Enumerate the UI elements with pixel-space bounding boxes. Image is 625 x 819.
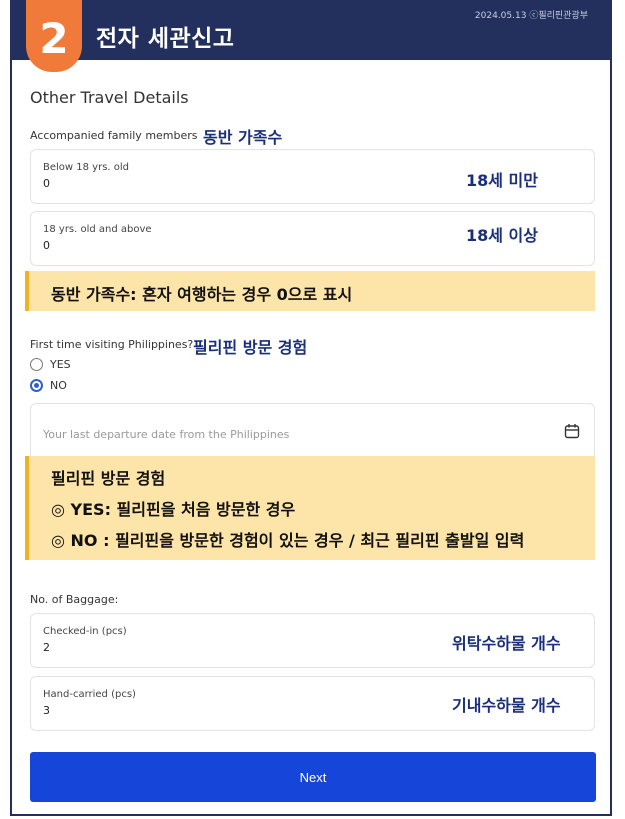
above-18-annotation: 18세 이상 xyxy=(466,226,538,245)
last-departure-date-field[interactable]: Your last departure date from the Philip… xyxy=(30,403,595,460)
step-badge: 2 xyxy=(26,0,82,72)
family-note-text: 동반 가족수: 혼자 여행하는 경우 0으로 표시 xyxy=(51,285,353,304)
first-visit-question: First time visiting Philippines? xyxy=(30,338,194,351)
next-button[interactable]: Next xyxy=(30,752,596,802)
calendar-icon[interactable] xyxy=(564,423,580,439)
below-18-label: Below 18 yrs. old xyxy=(43,162,130,173)
page-title: 전자 세관신고 xyxy=(96,26,235,52)
checked-in-value: 2 xyxy=(43,641,50,654)
step-number: 2 xyxy=(39,14,69,63)
above-18-value: 0 xyxy=(43,239,50,252)
checked-in-annotation: 위탁수하물 개수 xyxy=(452,634,561,653)
radio-no-label: NO xyxy=(50,379,67,392)
first-visit-note-line: ◎ NO : 필리핀을 방문한 경험이 있는 경우 / 최근 필리핀 출발일 입… xyxy=(51,531,525,550)
hand-carried-value: 3 xyxy=(43,704,50,717)
baggage-label: No. of Baggage: xyxy=(30,593,119,606)
first-visit-note-line: 필리핀 방문 경험 xyxy=(51,469,166,488)
first-visit-annotation: 필리핀 방문 경험 xyxy=(193,338,308,357)
first-visit-note: 필리핀 방문 경험 ◎ YES: 필리핀을 처음 방문한 경우 ◎ NO : 필… xyxy=(25,456,595,560)
radio-yes-circle[interactable] xyxy=(30,358,43,371)
family-label: Accompanied family members xyxy=(30,129,198,142)
section-title: Other Travel Details xyxy=(30,88,189,107)
last-departure-date-placeholder: Your last departure date from the Philip… xyxy=(43,428,290,441)
header-meta: 2024.05.13 ⓒ필리핀관광부 xyxy=(474,11,588,21)
radio-no[interactable]: NO xyxy=(30,379,67,392)
radio-no-circle[interactable] xyxy=(30,379,43,392)
radio-yes-label: YES xyxy=(50,358,71,371)
first-visit-note-line: ◎ YES: 필리핀을 처음 방문한 경우 xyxy=(51,500,296,519)
family-annotation: 동반 가족수 xyxy=(203,128,283,147)
hand-carried-annotation: 기내수하물 개수 xyxy=(452,696,561,715)
below-18-value: 0 xyxy=(43,177,50,190)
radio-yes[interactable]: YES xyxy=(30,358,71,371)
family-note: 동반 가족수: 혼자 여행하는 경우 0으로 표시 xyxy=(25,271,595,311)
below-18-annotation: 18세 미만 xyxy=(466,171,538,190)
above-18-label: 18 yrs. old and above xyxy=(43,224,152,235)
checked-in-label: Checked-in (pcs) xyxy=(43,626,127,637)
hand-carried-label: Hand-carried (pcs) xyxy=(43,689,136,700)
